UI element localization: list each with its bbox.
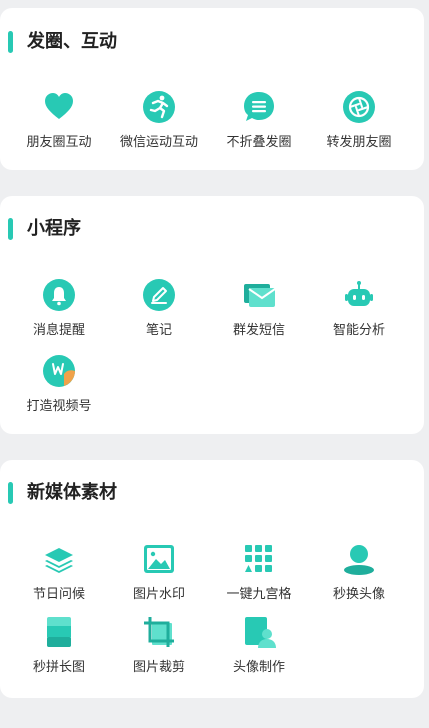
item-label: 智能分析: [332, 323, 385, 338]
item-avatar-swap[interactable]: 秒换头像: [307, 542, 411, 604]
image-icon: [142, 542, 176, 576]
item-label: 图片裁剪: [132, 660, 185, 675]
aperture-icon: [342, 90, 376, 124]
video-channel-icon: [42, 354, 76, 388]
item-moments-interaction[interactable]: 朋友圈互动: [7, 90, 111, 152]
item-notes[interactable]: 笔记: [107, 278, 211, 340]
item-long-image[interactable]: 秒拼长图: [7, 615, 111, 677]
item-holiday-greetings[interactable]: 节日问候: [7, 542, 111, 604]
item-label: 笔记: [145, 323, 172, 338]
item-label: 秒换头像: [332, 587, 385, 602]
item-no-fold-post[interactable]: 不折叠发圈: [207, 90, 311, 152]
item-label: 群发短信: [232, 323, 285, 338]
item-label: 图片水印: [132, 587, 185, 602]
item-label: 打造视频号: [26, 399, 92, 414]
section-title: 小程序: [27, 218, 81, 239]
item-label: 头像制作: [232, 660, 285, 675]
item-wechat-sport[interactable]: 微信运动互动: [107, 90, 211, 152]
item-label: 转发朋友圈: [326, 135, 392, 150]
grid-icon: [242, 542, 276, 576]
item-smart-analysis[interactable]: 智能分析: [307, 278, 411, 340]
item-label: 秒拼长图: [32, 660, 85, 675]
item-message-reminder[interactable]: 消息提醒: [7, 278, 111, 340]
heart-icon: [42, 90, 76, 124]
section-card-interaction: 发圈、互动 朋友圈互动 微信运动互动 不折叠发圈 转发朋友圈: [0, 8, 424, 170]
section-title: 新媒体素材: [27, 482, 117, 503]
item-image-crop[interactable]: 图片裁剪: [107, 615, 211, 677]
item-label: 朋友圈互动: [26, 135, 92, 150]
item-bulk-sms[interactable]: 群发短信: [207, 278, 311, 340]
layers-icon: [42, 542, 76, 576]
avatar-make-icon: [242, 615, 276, 649]
item-nine-grid[interactable]: 一键九宫格: [207, 542, 311, 604]
item-label: 消息提醒: [32, 323, 85, 338]
item-forward-moments[interactable]: 转发朋友圈: [307, 90, 411, 152]
section-title-bar: [8, 482, 13, 504]
envelope-icon: [242, 278, 276, 312]
item-label: 一键九宫格: [226, 587, 292, 602]
message-lines-icon: [242, 90, 276, 124]
section-title: 发圈、互动: [27, 31, 117, 52]
section-card-mini-program: 小程序 消息提醒 笔记 群发短信 智能分析 打造视频号: [0, 196, 424, 434]
item-label: 节日问候: [32, 587, 85, 602]
pencil-icon: [142, 278, 176, 312]
item-label: 不折叠发圈: [226, 135, 292, 150]
robot-icon: [342, 278, 376, 312]
crop-icon: [142, 615, 176, 649]
avatar-swap-icon: [342, 542, 376, 576]
section-card-new-media: 新媒体素材 节日问候 图片水印 一键九宫格 秒换头像 秒拼长图 图片裁剪 头像制…: [0, 460, 424, 698]
section-title-bar: [8, 218, 13, 240]
runner-icon: [142, 90, 176, 124]
section-title-bar: [8, 31, 13, 53]
long-image-icon: [42, 615, 76, 649]
item-avatar-make[interactable]: 头像制作: [207, 615, 311, 677]
item-video-channel[interactable]: 打造视频号: [7, 354, 111, 416]
item-image-watermark[interactable]: 图片水印: [107, 542, 211, 604]
item-label: 微信运动互动: [119, 135, 198, 150]
bell-icon: [42, 278, 76, 312]
